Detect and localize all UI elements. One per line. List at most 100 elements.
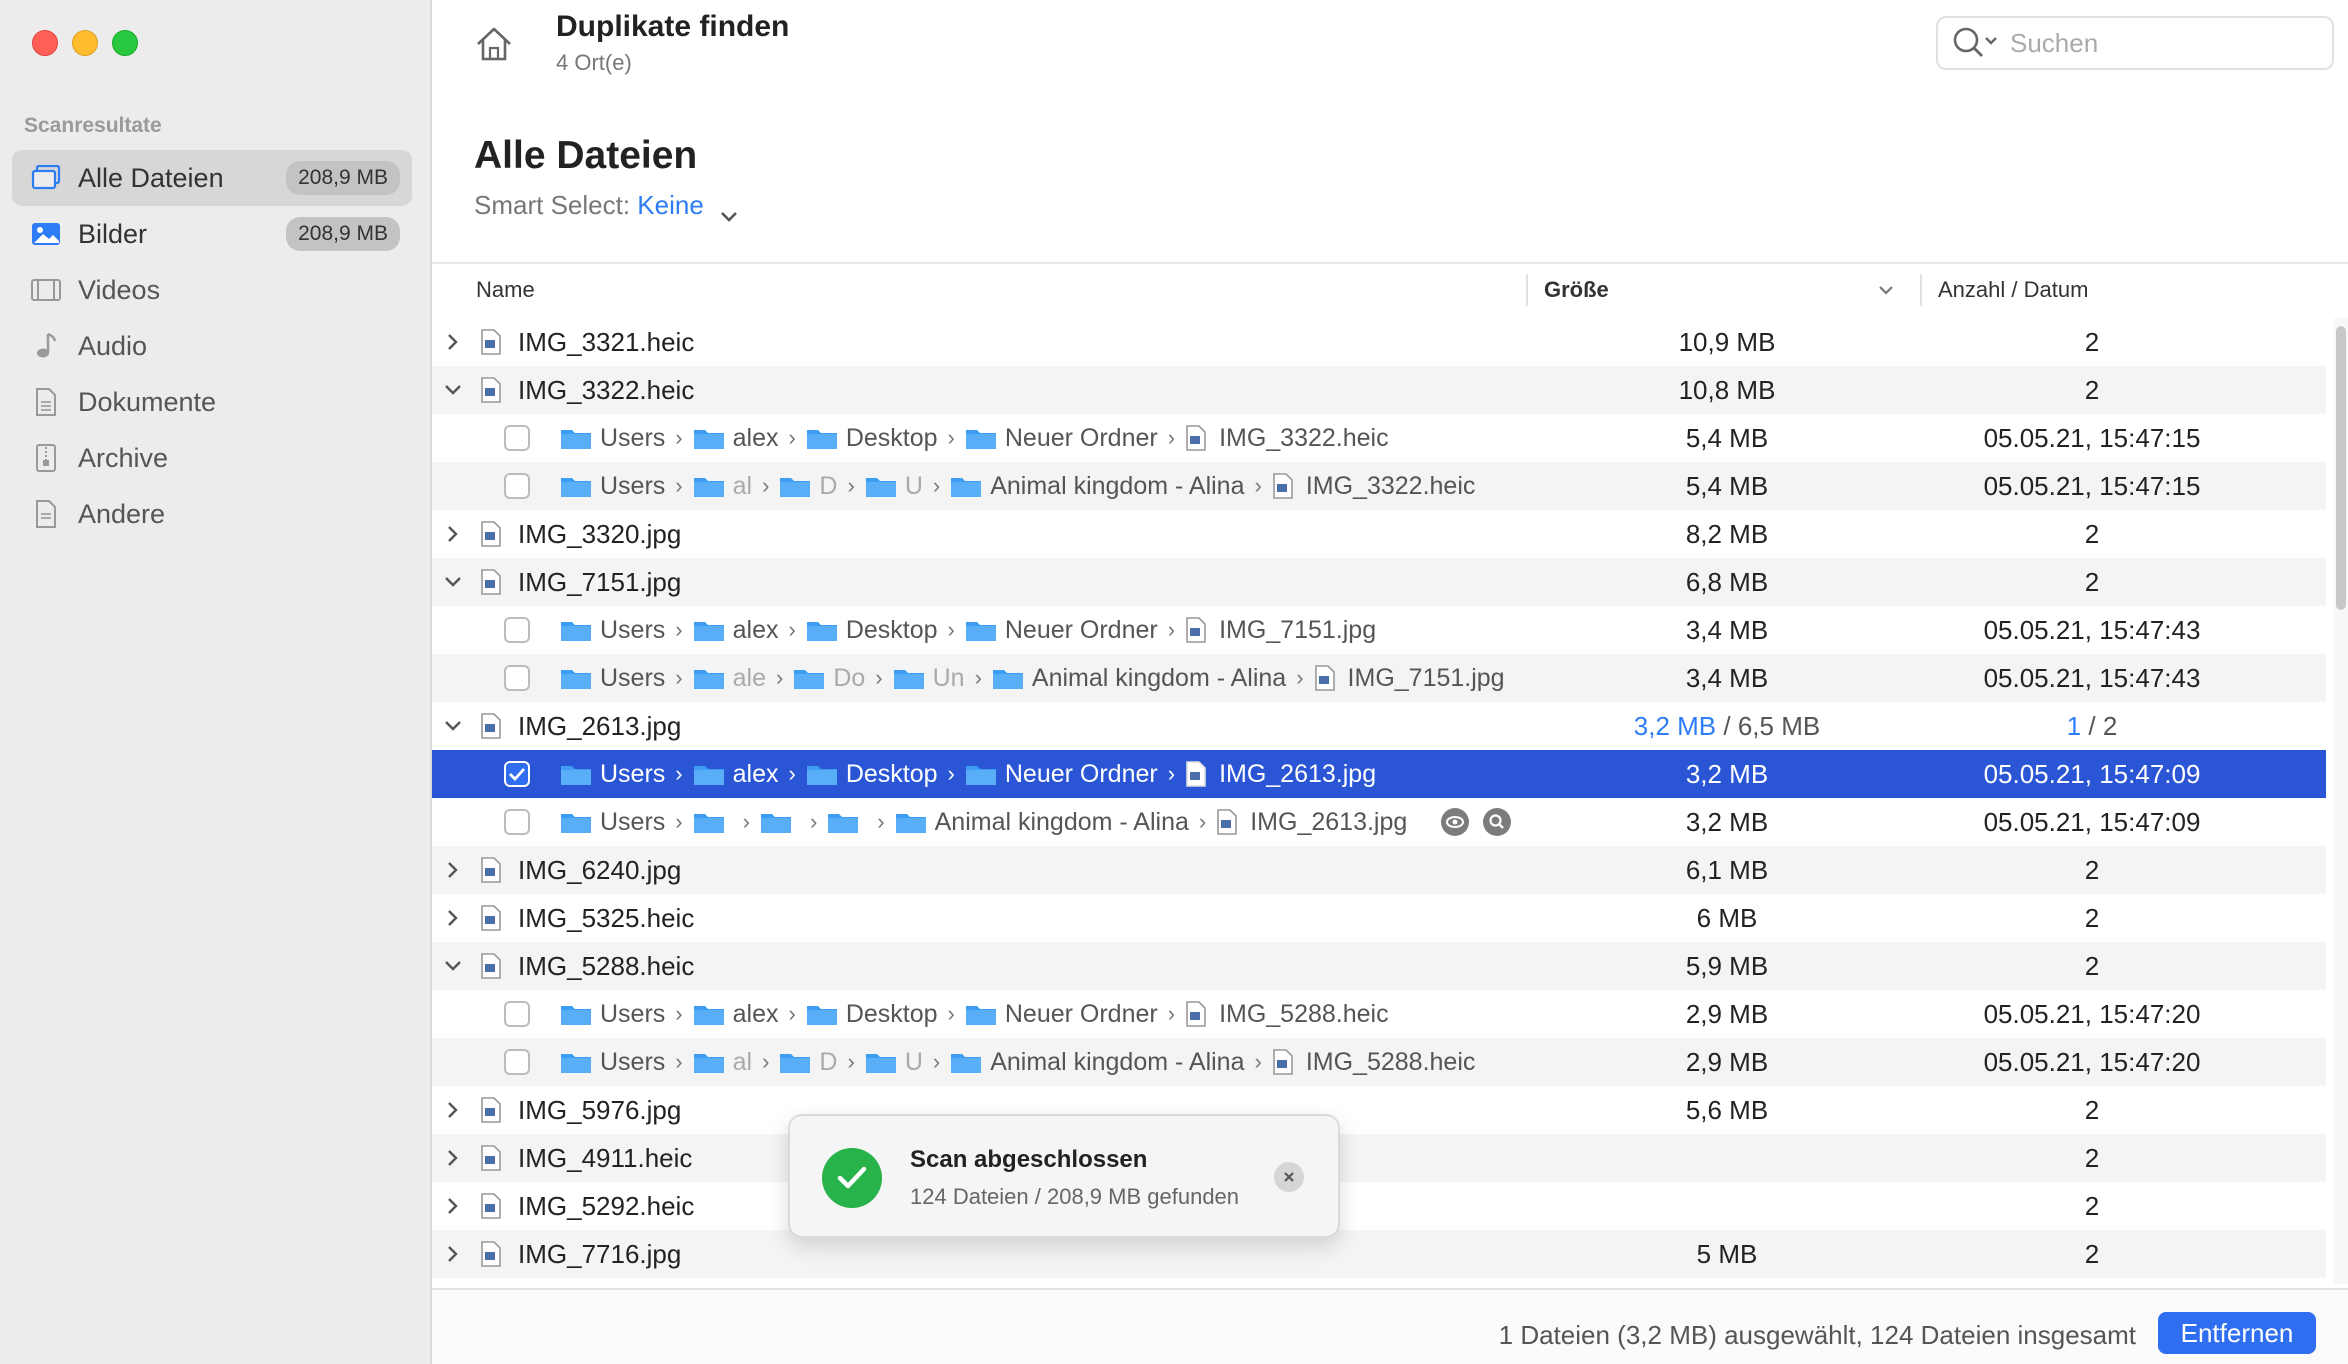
- chevron-down-icon[interactable]: [442, 702, 464, 750]
- close-window-button[interactable]: [32, 30, 58, 56]
- path-segment[interactable]: Users: [600, 472, 665, 501]
- duplicate-row[interactable]: Users › al › D › U › Animal kingdom - Alina ›…: [432, 462, 2326, 510]
- sidebar-item-audio[interactable]: Audio: [12, 318, 412, 374]
- select-checkbox[interactable]: [504, 414, 534, 462]
- sidebar-item-videos[interactable]: Videos: [12, 262, 412, 318]
- path-file-name[interactable]: IMG_3322.heic: [1219, 424, 1389, 453]
- path-segment[interactable]: U: [905, 472, 923, 501]
- table-row[interactable]: IMG_4911.heic 2: [432, 1134, 2326, 1182]
- path-segment[interactable]: Animal kingdom - Alina: [990, 472, 1244, 501]
- column-header-count[interactable]: Anzahl / Datum: [1938, 266, 2088, 314]
- path-segment[interactable]: Users: [600, 1000, 665, 1029]
- select-checkbox[interactable]: [504, 990, 534, 1038]
- path-segment[interactable]: ale: [733, 664, 766, 693]
- select-checkbox[interactable]: [504, 606, 534, 654]
- path-file-name[interactable]: IMG_2613.jpg: [1250, 808, 1407, 837]
- duplicate-row[interactable]: Users › alex › Desktop › Neuer Ordner › IMG_…: [432, 414, 2326, 462]
- duplicate-row[interactable]: Users › alex › Desktop › Neuer Ordner › IMG_…: [432, 990, 2326, 1038]
- path-file-name[interactable]: IMG_5288.heic: [1219, 1000, 1389, 1029]
- remove-button[interactable]: Entfernen: [2158, 1312, 2316, 1354]
- scrollbar-thumb[interactable]: [2336, 326, 2346, 610]
- select-checkbox[interactable]: [504, 462, 534, 510]
- sidebar-item-andere[interactable]: Andere: [12, 486, 412, 542]
- table-row[interactable]: IMG_2613.jpg 3,2 MB / 6,5 MB 1 / 2: [432, 702, 2326, 750]
- preview-eye-icon[interactable]: [1441, 808, 1470, 836]
- duplicate-row[interactable]: Users › › › › Animal kingdom - Alina › IMG…: [432, 798, 2326, 846]
- search-field[interactable]: Suchen: [1936, 16, 2334, 70]
- zoom-window-button[interactable]: [112, 30, 138, 56]
- column-header-name[interactable]: Name: [476, 266, 535, 314]
- chevron-right-icon[interactable]: [442, 846, 464, 894]
- chevron-right-icon[interactable]: [442, 894, 464, 942]
- path-segment[interactable]: Animal kingdom - Alina: [1032, 664, 1286, 693]
- path-file-name[interactable]: IMG_5288.heic: [1306, 1048, 1476, 1077]
- chevron-down-icon[interactable]: [442, 558, 464, 606]
- path-segment[interactable]: Desktop: [846, 424, 938, 453]
- path-segment[interactable]: Do: [833, 664, 865, 693]
- chevron-right-icon[interactable]: [442, 1086, 464, 1134]
- path-segment[interactable]: D: [819, 1048, 837, 1077]
- table-row[interactable]: IMG_5288.heic 5,9 MB 2: [432, 942, 2326, 990]
- table-row[interactable]: IMG_7151.jpg 6,8 MB 2: [432, 558, 2326, 606]
- path-file-name[interactable]: IMG_3322.heic: [1306, 472, 1476, 501]
- path-segment[interactable]: alex: [733, 760, 779, 789]
- path-segment[interactable]: Users: [600, 616, 665, 645]
- table-row[interactable]: IMG_5976.jpg 5,6 MB 2: [432, 1086, 2326, 1134]
- duplicate-row-selected[interactable]: Users › alex › Desktop › Neuer Ordner › IMG_…: [432, 750, 2326, 798]
- chevron-right-icon[interactable]: [442, 318, 464, 366]
- path-segment[interactable]: D: [819, 472, 837, 501]
- sidebar-item-dokumente[interactable]: Dokumente: [12, 374, 412, 430]
- duplicate-row[interactable]: Users › alex › Desktop › Neuer Ordner › IMG_…: [432, 606, 2326, 654]
- table-row[interactable]: IMG_3322.heic 10,8 MB 2: [432, 366, 2326, 414]
- path-segment[interactable]: Desktop: [846, 760, 938, 789]
- path-file-name[interactable]: IMG_7151.jpg: [1219, 616, 1376, 645]
- table-row[interactable]: IMG_6240.jpg 6,1 MB 2: [432, 846, 2326, 894]
- path-segment[interactable]: Desktop: [846, 1000, 938, 1029]
- path-segment[interactable]: alex: [733, 616, 779, 645]
- folder-icon[interactable]: [827, 810, 859, 834]
- table-row[interactable]: IMG_5325.heic 6 MB 2: [432, 894, 2326, 942]
- chevron-down-icon[interactable]: [442, 942, 464, 990]
- smart-select[interactable]: Smart Select: Keine: [474, 190, 739, 222]
- path-segment[interactable]: Animal kingdom - Alina: [990, 1048, 1244, 1077]
- home-button[interactable]: [472, 22, 516, 66]
- column-header-size[interactable]: Größe: [1544, 266, 1609, 314]
- folder-icon[interactable]: [760, 810, 792, 834]
- path-segment[interactable]: Users: [600, 760, 665, 789]
- select-checkbox[interactable]: [504, 1038, 534, 1086]
- path-file-name[interactable]: IMG_7151.jpg: [1348, 664, 1505, 693]
- table-row[interactable]: IMG_5292.heic 2: [432, 1182, 2326, 1230]
- chevron-right-icon[interactable]: [442, 1182, 464, 1230]
- table-row[interactable]: IMG_3321.heic 10,9 MB 2: [432, 318, 2326, 366]
- sidebar-item-alle-dateien[interactable]: Alle Dateien 208,9 MB: [12, 150, 412, 206]
- path-segment[interactable]: Neuer Ordner: [1005, 616, 1158, 645]
- sort-chevron-icon[interactable]: [1876, 266, 1896, 314]
- table-row[interactable]: IMG_7716.jpg 5 MB 2: [432, 1230, 2326, 1278]
- chevron-right-icon[interactable]: [442, 510, 464, 558]
- path-segment[interactable]: Neuer Ordner: [1005, 424, 1158, 453]
- path-segment[interactable]: alex: [733, 424, 779, 453]
- select-checkbox[interactable]: [504, 654, 534, 702]
- path-segment[interactable]: alex: [733, 1000, 779, 1029]
- path-segment[interactable]: Users: [600, 808, 665, 837]
- path-segment[interactable]: Neuer Ordner: [1005, 760, 1158, 789]
- sidebar-item-archive[interactable]: Archive: [12, 430, 412, 486]
- path-segment[interactable]: Desktop: [846, 616, 938, 645]
- reveal-magnifier-icon[interactable]: [1483, 808, 1512, 836]
- select-checkbox[interactable]: [504, 798, 534, 846]
- minimize-window-button[interactable]: [72, 30, 98, 56]
- path-segment[interactable]: Users: [600, 1048, 665, 1077]
- duplicate-row[interactable]: Users › ale › Do › Un › Animal kingdom - Ali…: [432, 654, 2326, 702]
- smart-select-value[interactable]: Keine: [637, 190, 704, 220]
- path-segment[interactable]: Neuer Ordner: [1005, 1000, 1158, 1029]
- path-file-name[interactable]: IMG_2613.jpg: [1219, 760, 1376, 789]
- close-icon[interactable]: [1274, 1162, 1304, 1192]
- path-segment[interactable]: Users: [600, 664, 665, 693]
- path-segment[interactable]: U: [905, 1048, 923, 1077]
- table-row[interactable]: IMG_3320.jpg 8,2 MB 2: [432, 510, 2326, 558]
- sidebar-item-bilder[interactable]: Bilder 208,9 MB: [12, 206, 412, 262]
- select-checkbox[interactable]: [504, 750, 534, 798]
- chevron-right-icon[interactable]: [442, 1134, 464, 1182]
- duplicate-row[interactable]: Users › al › D › U › Animal kingdom - Alina ›…: [432, 1038, 2326, 1086]
- path-segment[interactable]: Animal kingdom - Alina: [935, 808, 1189, 837]
